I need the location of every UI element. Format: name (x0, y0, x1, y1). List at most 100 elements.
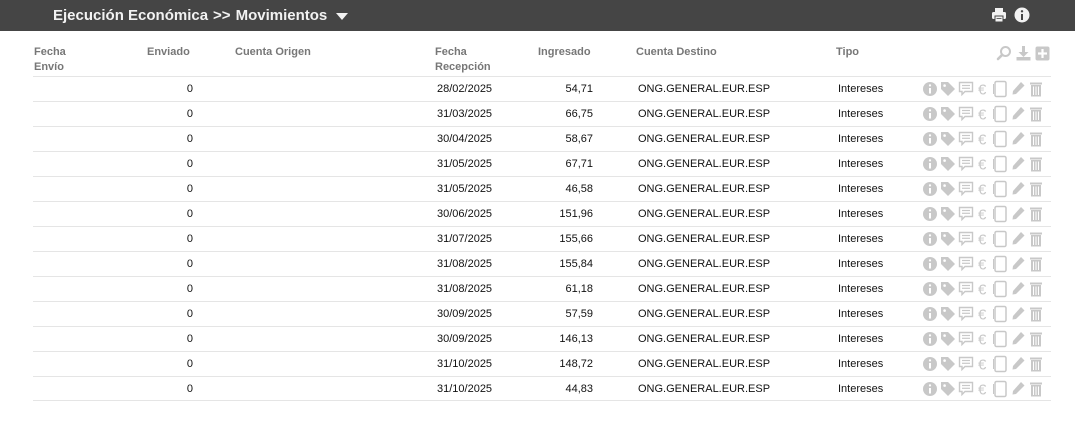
info-icon[interactable] (922, 330, 938, 348)
edit-icon[interactable] (1010, 380, 1026, 398)
tag-icon[interactable] (940, 155, 956, 173)
trash-icon[interactable] (1028, 105, 1044, 123)
comment-icon[interactable] (958, 280, 974, 298)
trash-icon[interactable] (1028, 355, 1044, 373)
edit-icon[interactable] (1010, 155, 1026, 173)
edit-icon[interactable] (1010, 330, 1026, 348)
document-icon[interactable] (992, 205, 1008, 223)
document-icon[interactable] (992, 105, 1008, 123)
document-icon[interactable] (992, 305, 1008, 323)
euro-icon[interactable]: € (976, 305, 990, 324)
euro-icon[interactable]: € (976, 355, 990, 374)
document-icon[interactable] (992, 80, 1008, 98)
comment-icon[interactable] (958, 180, 974, 198)
trash-icon[interactable] (1028, 230, 1044, 248)
info-icon[interactable] (922, 105, 938, 123)
edit-icon[interactable] (1010, 180, 1026, 198)
comment-icon[interactable] (958, 380, 974, 398)
info-icon[interactable] (922, 355, 938, 373)
document-icon[interactable] (992, 380, 1008, 398)
tag-icon[interactable] (940, 355, 956, 373)
euro-icon[interactable]: € (976, 180, 990, 199)
printer-icon[interactable] (990, 6, 1008, 24)
document-icon[interactable] (992, 230, 1008, 248)
tag-icon[interactable] (940, 255, 956, 273)
comment-icon[interactable] (958, 230, 974, 248)
trash-icon[interactable] (1028, 330, 1044, 348)
trash-icon[interactable] (1028, 130, 1044, 148)
tag-icon[interactable] (940, 205, 956, 223)
info-icon[interactable] (922, 130, 938, 148)
page-title-dropdown[interactable]: Ejecución Económica >> Movimientos (53, 7, 349, 24)
euro-icon[interactable]: € (976, 105, 990, 124)
comment-icon[interactable] (958, 80, 974, 98)
comment-icon[interactable] (958, 105, 974, 123)
info-icon[interactable] (922, 180, 938, 198)
tag-icon[interactable] (940, 305, 956, 323)
euro-icon[interactable]: € (976, 230, 990, 249)
column-header-fecha-recepcion[interactable]: Fecha Recepción (435, 45, 505, 75)
document-icon[interactable] (992, 180, 1008, 198)
edit-icon[interactable] (1010, 255, 1026, 273)
tag-icon[interactable] (940, 80, 956, 98)
euro-icon[interactable]: € (976, 255, 990, 274)
document-icon[interactable] (992, 280, 1008, 298)
document-icon[interactable] (992, 255, 1008, 273)
comment-icon[interactable] (958, 305, 974, 323)
document-icon[interactable] (992, 355, 1008, 373)
tag-icon[interactable] (940, 105, 956, 123)
euro-icon[interactable]: € (976, 130, 990, 149)
edit-icon[interactable] (1010, 80, 1026, 98)
info-icon[interactable] (922, 155, 938, 173)
info-icon[interactable] (922, 80, 938, 98)
edit-icon[interactable] (1010, 205, 1026, 223)
comment-icon[interactable] (958, 330, 974, 348)
info-icon[interactable] (922, 380, 938, 398)
edit-icon[interactable] (1010, 280, 1026, 298)
edit-icon[interactable] (1010, 130, 1026, 148)
column-header-fecha-envio[interactable]: Fecha Envío (34, 45, 94, 75)
column-header-tipo[interactable]: Tipo (836, 45, 859, 60)
euro-icon[interactable]: € (976, 155, 990, 174)
trash-icon[interactable] (1028, 280, 1044, 298)
column-header-cuenta-origen[interactable]: Cuenta Origen (235, 45, 311, 60)
download-icon[interactable] (1015, 45, 1032, 65)
euro-icon[interactable]: € (976, 330, 990, 349)
euro-icon[interactable]: € (976, 380, 990, 399)
column-header-enviado[interactable]: Enviado (147, 45, 190, 60)
comment-icon[interactable] (958, 355, 974, 373)
info-icon[interactable] (922, 255, 938, 273)
info-icon[interactable] (922, 280, 938, 298)
euro-icon[interactable]: € (976, 205, 990, 224)
trash-icon[interactable] (1028, 180, 1044, 198)
tag-icon[interactable] (940, 380, 956, 398)
euro-icon[interactable]: € (976, 280, 990, 299)
comment-icon[interactable] (958, 255, 974, 273)
comment-icon[interactable] (958, 130, 974, 148)
info-icon[interactable] (922, 305, 938, 323)
info-icon[interactable] (922, 205, 938, 223)
edit-icon[interactable] (1010, 230, 1026, 248)
tag-icon[interactable] (940, 180, 956, 198)
trash-icon[interactable] (1028, 380, 1044, 398)
chevron-down-icon[interactable] (336, 13, 349, 20)
edit-icon[interactable] (1010, 105, 1026, 123)
euro-icon[interactable]: € (976, 80, 990, 99)
edit-icon[interactable] (1010, 355, 1026, 373)
comment-icon[interactable] (958, 155, 974, 173)
tag-icon[interactable] (940, 280, 956, 298)
trash-icon[interactable] (1028, 305, 1044, 323)
add-icon[interactable] (1034, 45, 1051, 65)
info-icon[interactable] (922, 230, 938, 248)
document-icon[interactable] (992, 155, 1008, 173)
tag-icon[interactable] (940, 130, 956, 148)
edit-icon[interactable] (1010, 305, 1026, 323)
trash-icon[interactable] (1028, 205, 1044, 223)
tag-icon[interactable] (940, 330, 956, 348)
comment-icon[interactable] (958, 205, 974, 223)
column-header-ingresado[interactable]: Ingresado (538, 45, 591, 60)
trash-icon[interactable] (1028, 155, 1044, 173)
document-icon[interactable] (992, 330, 1008, 348)
search-icon[interactable] (996, 45, 1013, 65)
trash-icon[interactable] (1028, 80, 1044, 98)
